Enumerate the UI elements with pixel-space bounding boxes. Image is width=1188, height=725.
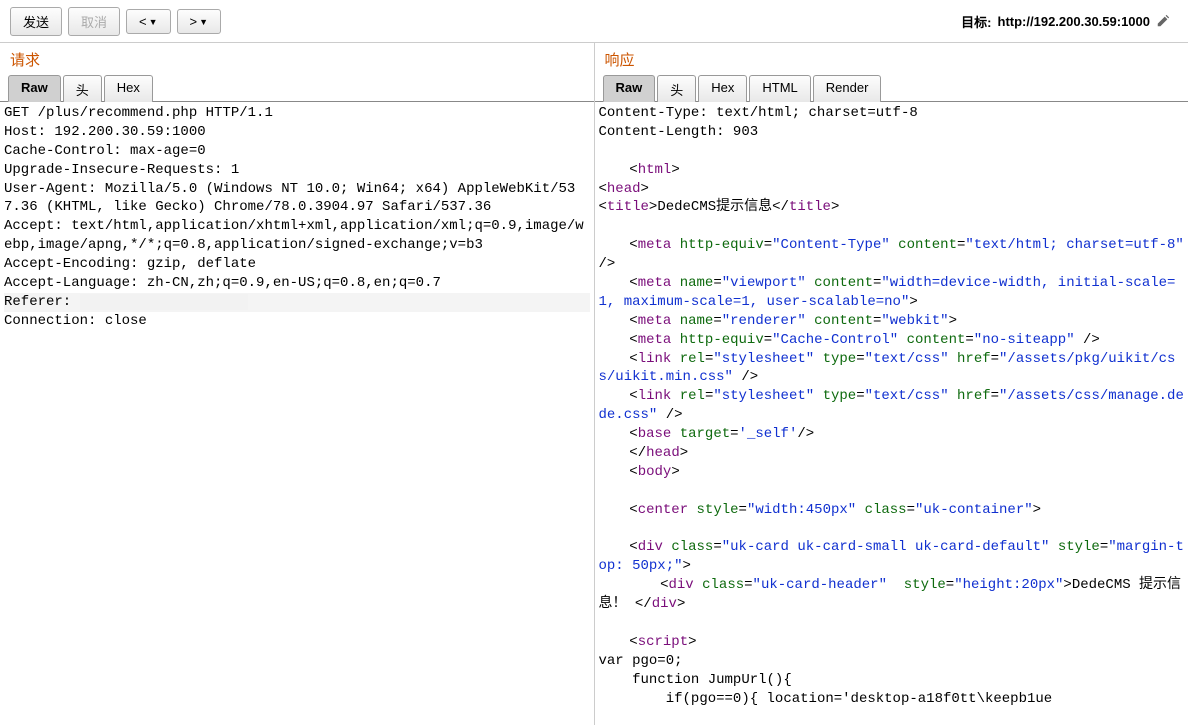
response-tabs: Raw 头 Hex HTML Render [595, 74, 1188, 102]
tab-raw[interactable]: Raw [603, 75, 656, 102]
chevron-down-icon: ▼ [199, 17, 208, 27]
edit-icon[interactable] [1156, 14, 1170, 28]
send-button[interactable]: 发送 [10, 7, 62, 36]
tab-raw[interactable]: Raw [8, 75, 61, 102]
panels: 请求 Raw 头 Hex GET /plus/recommend.php HTT… [0, 42, 1188, 725]
response-content[interactable]: Content-Type: text/html; charset=utf-8 C… [595, 102, 1188, 725]
cancel-button[interactable]: 取消 [68, 7, 120, 36]
request-tabs: Raw 头 Hex [0, 74, 594, 102]
tab-render[interactable]: Render [813, 75, 882, 102]
tab-hex[interactable]: Hex [104, 75, 153, 102]
prev-button[interactable]: <▼ [126, 9, 171, 34]
tab-headers[interactable]: 头 [657, 75, 696, 102]
toolbar: 发送 取消 <▼ >▼ 目标: http://192.200.30.59:100… [0, 0, 1188, 42]
target-label: 目标: [961, 12, 991, 31]
tab-headers[interactable]: 头 [63, 75, 102, 102]
request-panel: 请求 Raw 头 Hex GET /plus/recommend.php HTT… [0, 43, 595, 725]
target-url: http://192.200.30.59:1000 [998, 14, 1150, 29]
request-content[interactable]: GET /plus/recommend.php HTTP/1.1 Host: 1… [0, 102, 594, 725]
request-title: 请求 [0, 43, 594, 74]
chevron-down-icon: ▼ [149, 17, 158, 27]
target-display: 目标: http://192.200.30.59:1000 [961, 12, 1178, 31]
tab-html[interactable]: HTML [749, 75, 810, 102]
next-button[interactable]: >▼ [177, 9, 222, 34]
response-panel: 响应 Raw 头 Hex HTML Render Content-Type: t… [595, 43, 1188, 725]
response-title: 响应 [595, 43, 1188, 74]
tab-hex[interactable]: Hex [698, 75, 747, 102]
